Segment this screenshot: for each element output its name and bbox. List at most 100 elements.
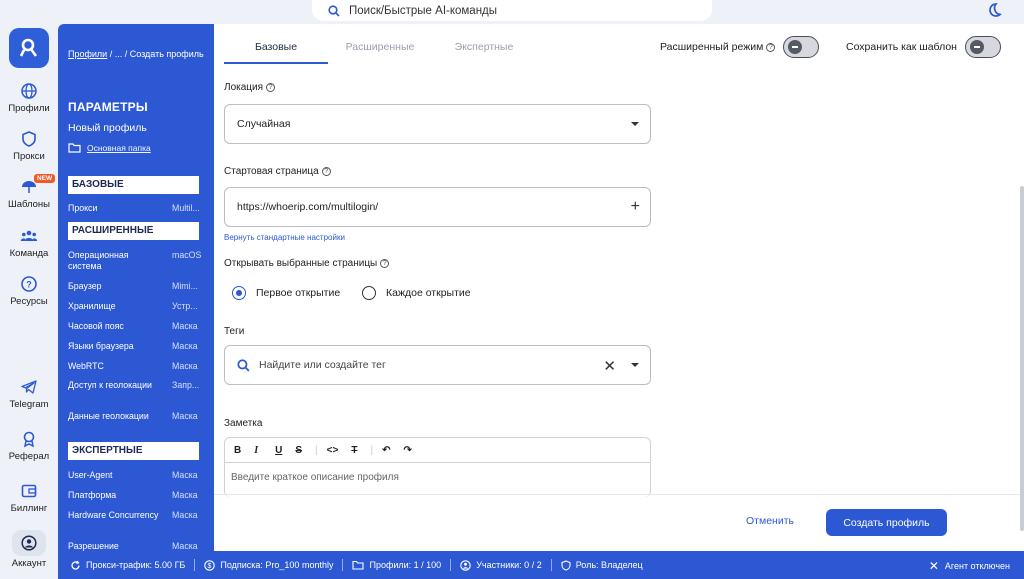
strikethrough-icon[interactable]: S [295,445,302,456]
radio-button[interactable] [362,286,376,300]
reset-defaults-link[interactable]: Вернуть стандартные настройки [224,233,345,242]
rail-telegram[interactable]: Telegram [0,378,58,410]
row-value: Маска [172,361,198,371]
help-icon[interactable]: ? [266,83,276,92]
rail-profiles[interactable]: Профили [0,82,58,114]
clear-format-icon[interactable]: T [351,445,357,456]
section-basic[interactable]: БАЗОВЫЕ [68,176,199,194]
italic-icon[interactable]: I [254,445,258,456]
advanced-mode-toggle[interactable] [783,36,820,58]
sidebar-row[interactable]: User-Agent Маска [68,470,208,481]
row-value: Маска [172,470,198,480]
rail-templates[interactable]: NEW Шаблоны [0,174,58,210]
search-bar[interactable]: Поиск/Быстрые AI-команды [312,0,712,21]
help-icon[interactable]: ? [321,167,331,176]
row-key: Разрешение [68,541,119,551]
agent-status[interactable]: ✕ Агент отключен [929,559,1010,573]
rail-referral[interactable]: Реферал [0,430,58,462]
redo-icon[interactable]: ↷ [403,445,411,456]
svg-text:?: ? [26,280,32,290]
open-pages-label: Открывать выбранные страницы? [224,258,390,269]
rail-proxy[interactable]: Прокси [0,130,58,162]
status-divider [342,559,344,571]
rail-label: Команда [9,248,49,259]
status-traffic-text: Прокси-трафик: 5.00 ГБ [86,560,186,570]
wallet-icon [21,484,37,498]
save-template-label: Сохранить как шаблон [846,41,957,53]
sidebar-row[interactable]: Языки браузера Маска [68,341,208,352]
top-bar: Поиск/Быстрые AI-команды [0,0,1024,24]
sidebar-row[interactable]: Данные геолокации Маска [68,411,208,422]
sidebar-row[interactable]: Доступ к геолокации Запр... [68,380,208,391]
tags-label: Теги [224,326,245,337]
tab-expert[interactable]: Экспертные [432,32,536,64]
help-icon[interactable]: ? [766,42,776,52]
parameters-sidebar: Профили / ... / Создать профиль ПАРАМЕТР… [58,24,214,551]
row-value: Запр... [172,380,200,390]
status-profiles-text: Профили: 1 / 100 [369,560,442,570]
row-value: Устр... [172,301,198,311]
scrollbar[interactable] [1020,186,1024,531]
undo-icon[interactable]: ↶ [382,445,390,456]
sidebar-row[interactable]: Браузер Mimi... [68,281,208,292]
note-editor[interactable]: B I U S | <> T | ↶ ↷ Введите краткое опи… [224,437,651,497]
row-value: Маска [172,321,198,331]
sidebar-row[interactable]: Платформа Маска [68,490,208,501]
dark-mode-icon[interactable] [985,1,1003,19]
underline-icon[interactable]: U [275,445,282,456]
advanced-mode-control: Расширенный режим ? [660,36,820,58]
folder-link[interactable]: Основная папка [68,142,151,153]
status-divider [550,559,552,571]
rail-team[interactable]: Команда [0,227,58,259]
folder-icon [352,560,365,570]
code-icon[interactable]: <> [327,445,339,456]
radio-every-open[interactable]: Каждое открытие [362,286,471,300]
add-icon[interactable]: + [631,198,640,216]
rail-resources[interactable]: ? Ресурсы [0,275,58,307]
radio-first-open[interactable]: Первое открытие [232,286,340,300]
sidebar-row[interactable]: Операционная система macOS [68,250,208,272]
radio-label: Первое открытие [256,287,341,299]
row-key: Операционная система [68,250,129,271]
row-value: Маска [172,541,198,551]
help-icon[interactable]: ? [380,259,390,268]
rail-label: Профили [8,103,50,114]
sidebar-row[interactable]: WebRTC Маска [68,361,208,372]
folder-icon [68,143,81,153]
row-key: Часовой пояс [68,321,124,331]
create-profile-button[interactable]: Создать профиль [826,509,947,536]
tab-advanced[interactable]: Расширенные [328,32,432,64]
row-key: Браузер [68,281,102,291]
cancel-button[interactable]: Отменить [746,515,794,527]
tags-input[interactable]: Найдите или создайте тег ✕ [224,345,651,385]
svg-text:$: $ [208,563,212,570]
sidebar-row[interactable]: Разрешение Маска [68,541,208,551]
row-key: Доступ к геолокации [68,380,152,390]
clear-icon[interactable]: ✕ [603,357,616,375]
sidebar-row[interactable]: Прокси Multil... [68,203,208,214]
tab-basic[interactable]: Базовые [224,32,328,64]
search-icon [328,4,340,17]
row-key: Прокси [68,203,98,213]
app-logo[interactable] [9,28,49,68]
status-traffic: Прокси-трафик: 5.00 ГБ [70,560,185,571]
save-template-toggle[interactable] [964,36,1001,58]
chevron-down-icon[interactable] [631,363,639,367]
status-role-text: Роль: Владелец [575,560,643,570]
breadcrumb-profiles-link[interactable]: Профили [68,49,107,59]
sidebar-row[interactable]: Hardware Concurrency Маска [68,510,208,521]
rail-account[interactable]: Аккаунт [0,530,58,569]
telegram-icon [21,380,37,394]
location-label: Локация? [224,82,276,93]
rail-label: Telegram [9,399,49,410]
section-expert[interactable]: ЭКСПЕРТНЫЕ [68,442,199,460]
start-page-input[interactable]: https://whoerip.com/multilogin/ + [224,187,651,227]
sidebar-row[interactable]: Часовой пояс Маска [68,321,208,332]
radio-button[interactable] [232,286,246,300]
bold-icon[interactable]: B [234,445,241,456]
section-advanced[interactable]: РАСШИРЕННЫЕ [68,222,199,240]
rail-billing[interactable]: Биллинг [0,482,58,514]
location-select[interactable]: Случайная [224,104,651,144]
search-icon [237,358,250,372]
sidebar-row[interactable]: Хранилище Устр... [68,301,208,312]
